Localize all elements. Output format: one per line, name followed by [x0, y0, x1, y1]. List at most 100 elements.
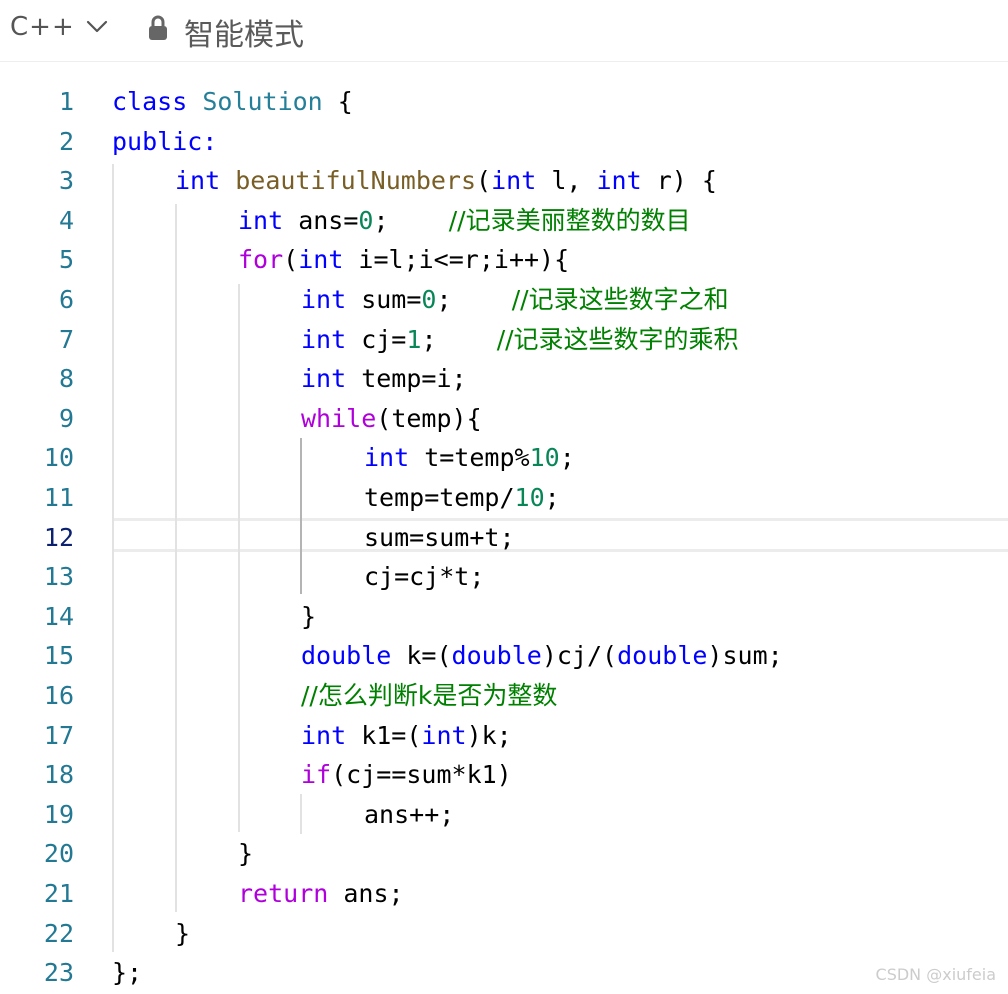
code-token: int — [301, 324, 347, 354]
code-token: ( — [476, 166, 492, 196]
line-number: 5 — [58, 245, 74, 275]
code-token: (temp){ — [376, 403, 482, 433]
code-line[interactable]: cj=cj*t; — [364, 557, 484, 597]
line-number: 10 — [43, 443, 74, 473]
code-token: //记录美丽整数的数目 — [448, 205, 691, 235]
code-line[interactable]: int beautifulNumbers(int l, int r) { — [175, 161, 717, 201]
code-token: 1 — [406, 324, 422, 354]
code-token: ans; — [328, 879, 404, 908]
code-token: 10 — [529, 443, 560, 473]
code-line[interactable]: for(int i=l;i<=r;i++){ — [238, 240, 569, 280]
line-number: 4 — [58, 205, 74, 235]
code-token: 0 — [358, 205, 374, 235]
code-token: ; — [559, 443, 575, 473]
current-line-highlight — [112, 518, 1008, 552]
code-line[interactable]: int t=temp%10; — [364, 438, 575, 478]
indent-guide — [112, 164, 114, 952]
code-token: int — [238, 205, 284, 235]
code-token: sum=sum+t; — [364, 522, 515, 552]
code-line[interactable]: int sum=0; //记录这些数字之和 — [301, 280, 729, 320]
indent-guide-active — [300, 438, 302, 594]
code-line[interactable]: return ans; — [238, 874, 404, 914]
code-token: cj=cj*t; — [364, 562, 485, 592]
code-token: beautifulNumbers — [235, 166, 477, 196]
code-token: int — [491, 166, 537, 196]
code-token: 10 — [514, 483, 545, 512]
lock-icon — [149, 15, 167, 40]
watermark: CSDN @xiufeia — [875, 965, 996, 984]
code-token: class — [112, 87, 188, 116]
line-number: 1 — [58, 87, 74, 116]
code-token: r) { — [641, 166, 717, 196]
code-token: //记录这些数字之和 — [511, 285, 729, 314]
line-number: 18 — [43, 760, 74, 790]
code-line[interactable]: int cj=1; //记录这些数字的乘积 — [301, 320, 739, 360]
code-token: int — [298, 245, 344, 275]
code-token: ( — [283, 245, 299, 275]
code-line[interactable]: double k=(double)cj/(double)sum; — [301, 636, 783, 676]
code-token: //记录这些数字的乘积 — [496, 324, 739, 354]
code-token: l, — [536, 166, 597, 196]
code-token: ; — [544, 483, 560, 512]
smart-mode-label: 智能模式 — [184, 18, 304, 53]
line-number: 13 — [43, 562, 74, 592]
code-line[interactable]: int temp=i; — [301, 359, 467, 399]
code-token: )sum; — [707, 641, 783, 671]
code-token: for — [238, 245, 284, 275]
code-line[interactable]: sum=sum+t; — [364, 518, 515, 558]
language-selector[interactable]: C++ — [10, 12, 75, 42]
code-line[interactable]: ans++; — [364, 795, 454, 835]
line-number: 12 — [43, 522, 74, 552]
code-token: t=temp% — [409, 443, 530, 473]
line-number: 21 — [43, 879, 74, 908]
code-token: int — [596, 166, 642, 196]
code-token: i=l;i<=r;i++){ — [343, 245, 570, 275]
code-token: double — [617, 641, 708, 671]
line-number: 19 — [43, 799, 74, 829]
code-token: int — [301, 364, 347, 394]
code-token: } — [175, 918, 191, 948]
line-number: 2 — [58, 126, 74, 156]
code-token: sum= — [346, 285, 422, 314]
code-token: k=( — [391, 641, 452, 671]
code-line[interactable]: temp=temp/10; — [364, 478, 560, 518]
editor-toolbar: C++ 智能模式 — [0, 0, 1008, 62]
code-token: public: — [112, 126, 218, 156]
code-token: return — [238, 879, 329, 908]
indent-guide — [300, 794, 302, 834]
code-token: ; — [373, 205, 449, 235]
code-token: int — [421, 720, 467, 750]
code-token: k1=( — [346, 720, 422, 750]
chevron-down-icon[interactable] — [86, 20, 108, 34]
code-token: }; — [112, 958, 143, 988]
line-number: 11 — [43, 483, 74, 512]
code-token: int — [364, 443, 410, 473]
line-number: 9 — [58, 403, 74, 433]
code-token: ; — [421, 324, 497, 354]
code-line[interactable]: public: — [112, 122, 217, 162]
code-line[interactable]: //怎么判断k是否为整数 — [301, 676, 557, 716]
code-line[interactable]: if(cj==sum*k1) — [301, 755, 512, 795]
code-line[interactable]: } — [301, 597, 316, 637]
code-line[interactable]: }; — [112, 953, 142, 993]
line-number: 20 — [43, 839, 74, 869]
code-editor[interactable]: 1 class Solution {2 public: 3 int beautifulN… — [0, 62, 1008, 994]
line-number: 14 — [43, 601, 74, 631]
code-token: temp=i; — [346, 364, 467, 394]
code-token: )k; — [466, 720, 512, 750]
code-line[interactable]: int k1=(int)k; — [301, 716, 512, 756]
code-token: ans++; — [364, 799, 455, 829]
line-number: 8 — [58, 364, 74, 394]
code-line[interactable]: } — [238, 834, 253, 874]
code-line[interactable]: while(temp){ — [301, 399, 482, 439]
code-line[interactable]: class Solution { — [112, 82, 353, 122]
line-number: 22 — [43, 918, 74, 948]
line-number: 6 — [58, 285, 74, 314]
code-token: 0 — [421, 285, 437, 314]
code-token: int — [301, 285, 347, 314]
code-token: temp=temp/ — [364, 483, 515, 512]
code-line[interactable]: } — [175, 914, 190, 954]
code-line[interactable]: int ans=0; //记录美丽整数的数目 — [238, 201, 691, 241]
